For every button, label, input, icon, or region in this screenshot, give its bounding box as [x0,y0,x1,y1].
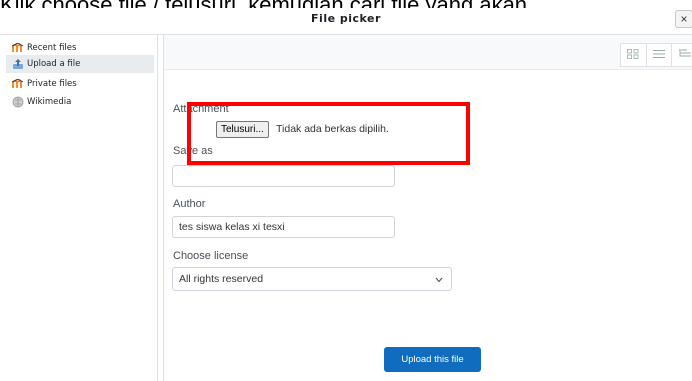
close-button[interactable]: × [675,10,692,28]
chevron-down-icon [435,274,443,286]
sidebar-item-label: Recent files [27,43,77,53]
license-label: Choose license [173,250,249,262]
tree-view-button[interactable] [672,44,692,66]
sidebar-item-wikimedia[interactable]: Wikimedia [6,93,154,111]
list-view-icon [653,46,665,64]
list-view-button[interactable] [647,44,673,66]
view-switcher [620,43,692,67]
dialog-title: File picker [311,12,381,25]
view-toolbar [164,35,692,70]
moodle-logo-icon [12,42,24,54]
upload-icon [12,58,24,70]
license-select[interactable]: All rights reserved [172,267,452,291]
upload-this-file-button[interactable]: Upload this file [384,347,481,372]
repository-sidebar: Recent files Upload a file Private files… [0,35,158,381]
grid-view-icon [627,46,639,64]
highlight-box [187,102,470,165]
license-select-value: All rights reserved [179,273,264,285]
author-label: Author [173,198,206,210]
close-icon: × [680,12,688,26]
sidebar-item-upload-a-file[interactable]: Upload a file [6,55,154,73]
moodle-logo-icon [12,78,24,90]
grid-view-button[interactable] [621,44,647,66]
sidebar-item-label: Wikimedia [27,97,72,107]
author-input[interactable]: tes siswa kelas xi tesxi [172,216,395,238]
save-as-input[interactable] [172,165,395,187]
dialog-titlebar: File picker × [0,8,692,35]
sidebar-item-private-files[interactable]: Private files [6,75,154,93]
tree-view-icon [678,46,691,64]
sidebar-item-label: Upload a file [27,59,81,69]
wikimedia-icon [12,96,24,108]
sidebar-item-label: Private files [27,79,77,89]
upload-panel: Attachment Telusuri... Tidak ada berkas … [163,35,692,381]
